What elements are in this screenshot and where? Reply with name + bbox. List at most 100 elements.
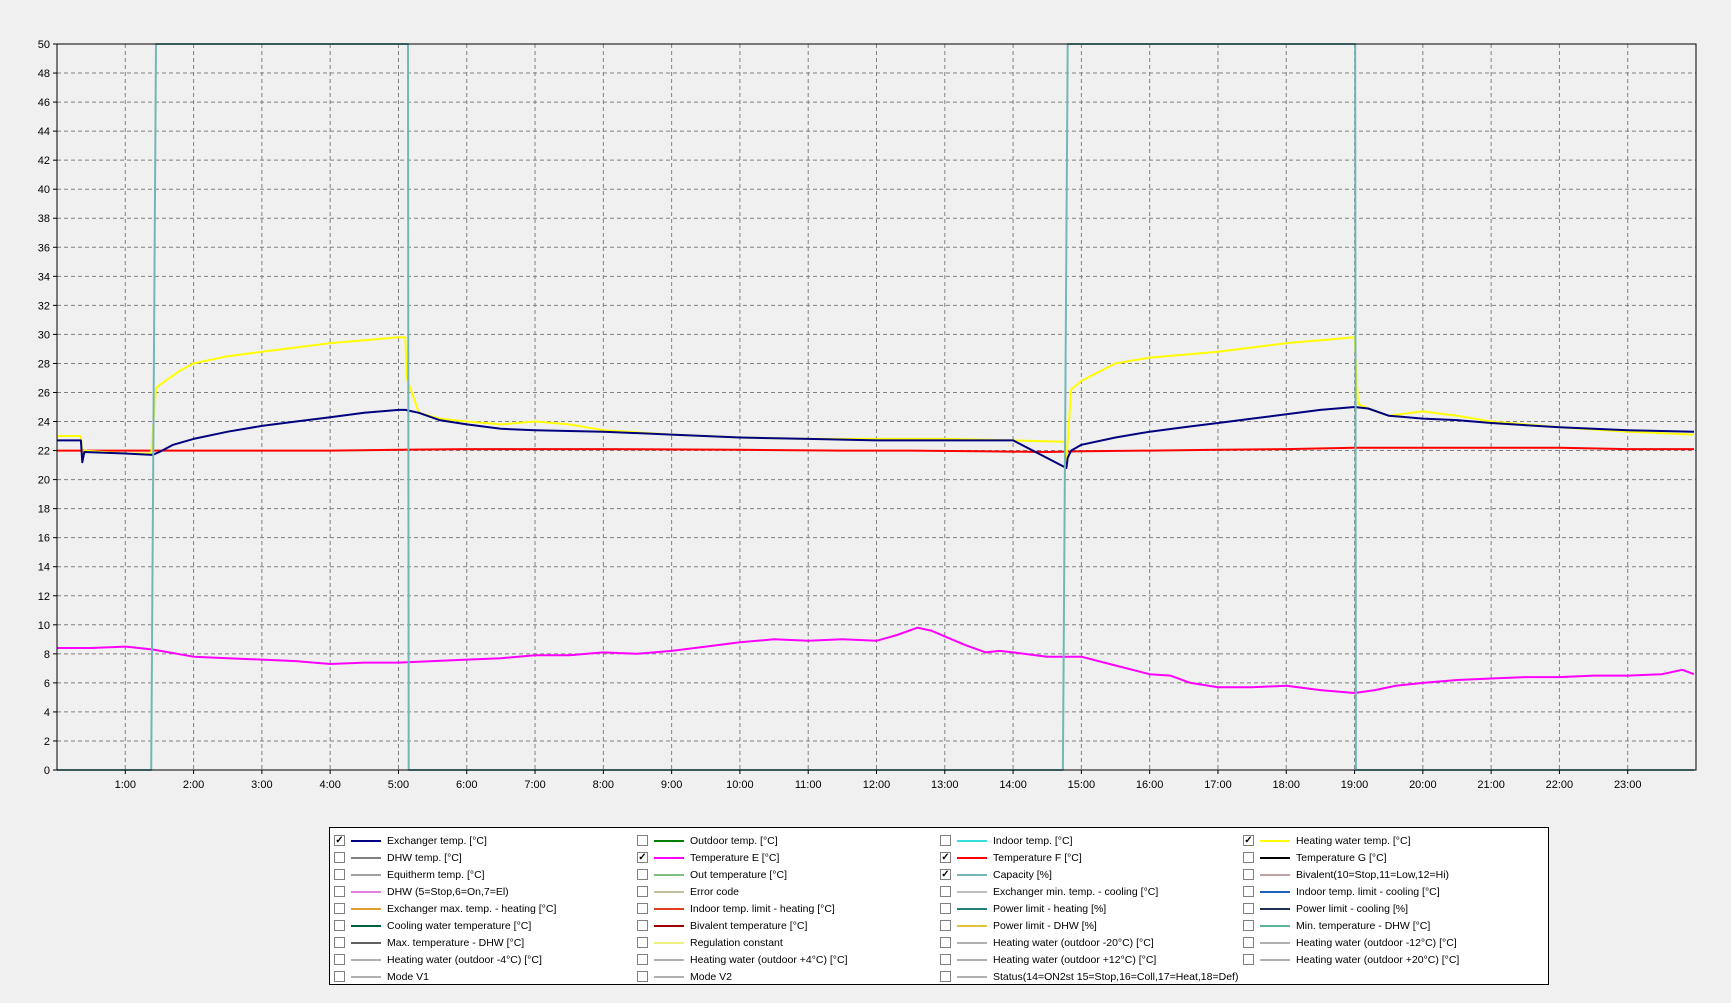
legend-item[interactable]: Indoor temp. limit - heating [°C]: [637, 900, 940, 917]
y-tick-label: 20: [38, 475, 50, 487]
legend-label: Exchanger min. temp. - cooling [°C]: [993, 885, 1159, 898]
legend-item[interactable]: Heating water (outdoor -20°C) [°C]: [940, 934, 1243, 951]
legend-checkbox[interactable]: [334, 886, 345, 897]
legend-checkbox[interactable]: ✓: [637, 852, 648, 863]
legend-checkbox[interactable]: [940, 954, 951, 965]
y-tick-label: 28: [38, 358, 50, 370]
legend-item[interactable]: Power limit - DHW [%]: [940, 917, 1243, 934]
legend-item[interactable]: Equitherm temp. [°C]: [334, 866, 637, 883]
legend-swatch: [1260, 856, 1290, 859]
legend-checkbox[interactable]: [637, 971, 648, 982]
legend-checkbox[interactable]: [1243, 954, 1254, 965]
legend-item[interactable]: Heating water (outdoor +12°C) [°C]: [940, 951, 1243, 968]
legend-item[interactable]: Heating water (outdoor -4°C) [°C]: [334, 951, 637, 968]
legend-item[interactable]: Indoor temp. limit - cooling [°C]: [1243, 883, 1546, 900]
legend-item[interactable]: Cooling water temperature [°C]: [334, 917, 637, 934]
legend-item[interactable]: ✓ Temperature E [°C]: [637, 849, 940, 866]
legend-label: Mode V2: [690, 970, 733, 983]
legend-item[interactable]: Min. temperature - DHW [°C]: [1243, 917, 1546, 934]
legend-swatch: [654, 907, 684, 910]
y-tick-label: 30: [38, 329, 50, 341]
legend-swatch: [654, 924, 684, 927]
legend-checkbox[interactable]: [940, 835, 951, 846]
legend-item[interactable]: Outdoor temp. [°C]: [637, 832, 940, 849]
legend-checkbox[interactable]: [940, 903, 951, 914]
legend-checkbox[interactable]: ✓: [940, 852, 951, 863]
legend-checkbox[interactable]: [334, 954, 345, 965]
legend-swatch: [351, 941, 381, 944]
legend-checkbox[interactable]: [637, 937, 648, 948]
legend-swatch: [351, 890, 381, 893]
legend-checkbox[interactable]: [637, 954, 648, 965]
legend-checkbox[interactable]: [940, 886, 951, 897]
x-tick-label: 4:00: [319, 779, 340, 791]
legend-swatch: [351, 907, 381, 910]
legend-swatch: [1260, 839, 1290, 842]
legend-checkbox[interactable]: [334, 903, 345, 914]
legend-checkbox[interactable]: [1243, 903, 1254, 914]
legend-label: Out temperature [°C]: [690, 868, 787, 881]
legend-item[interactable]: ✓ Exchanger temp. [°C]: [334, 832, 637, 849]
legend-label: Bivalent temperature [°C]: [690, 919, 808, 932]
legend-item[interactable]: Heating water (outdoor +4°C) [°C]: [637, 951, 940, 968]
legend-item[interactable]: Indoor temp. [°C]: [940, 832, 1243, 849]
legend-item[interactable]: Power limit - cooling [%]: [1243, 900, 1546, 917]
legend-item[interactable]: Mode V1: [334, 968, 637, 985]
legend-item[interactable]: Power limit - heating [%]: [940, 900, 1243, 917]
legend-checkbox[interactable]: [334, 920, 345, 931]
legend-item[interactable]: Bivalent temperature [°C]: [637, 917, 940, 934]
legend-swatch: [1260, 907, 1290, 910]
legend-item[interactable]: Status(14=ON2st 15=Stop,16=Coll,17=Heat,…: [940, 968, 1243, 985]
legend-checkbox[interactable]: ✓: [334, 835, 345, 846]
legend-checkbox[interactable]: [637, 835, 648, 846]
legend-checkbox[interactable]: [637, 903, 648, 914]
legend-checkbox[interactable]: [1243, 886, 1254, 897]
legend-item[interactable]: DHW (5=Stop,6=On,7=El): [334, 883, 637, 900]
legend-item[interactable]: ✓ Capacity [%]: [940, 866, 1243, 883]
legend-checkbox[interactable]: [940, 971, 951, 982]
legend-label: Heating water (outdoor -12°C) [°C]: [1296, 936, 1457, 949]
legend-checkbox[interactable]: [940, 920, 951, 931]
x-tick-label: 7:00: [524, 779, 545, 791]
legend-checkbox[interactable]: [334, 971, 345, 982]
legend-checkbox[interactable]: [334, 869, 345, 880]
legend-item[interactable]: Heating water (outdoor +20°C) [°C]: [1243, 951, 1546, 968]
legend-checkbox[interactable]: [1243, 920, 1254, 931]
legend-item[interactable]: Exchanger max. temp. - heating [°C]: [334, 900, 637, 917]
legend-item[interactable]: ✓ Temperature F [°C]: [940, 849, 1243, 866]
legend-label: Indoor temp. [°C]: [993, 834, 1073, 847]
x-tick-label: 8:00: [593, 779, 614, 791]
legend-label: Power limit - cooling [%]: [1296, 902, 1409, 915]
legend-checkbox[interactable]: [334, 937, 345, 948]
legend-swatch: [351, 856, 381, 859]
legend-swatch: [654, 856, 684, 859]
legend-item[interactable]: ✓ Heating water temp. [°C]: [1243, 832, 1546, 849]
legend-checkbox[interactable]: [637, 920, 648, 931]
legend-label: Power limit - DHW [%]: [993, 919, 1097, 932]
legend-checkbox[interactable]: [1243, 852, 1254, 863]
x-tick-label: 18:00: [1272, 779, 1300, 791]
y-tick-label: 18: [38, 504, 50, 516]
legend-checkbox[interactable]: [940, 937, 951, 948]
legend-item[interactable]: Heating water (outdoor -12°C) [°C]: [1243, 934, 1546, 951]
legend-label: Status(14=ON2st 15=Stop,16=Coll,17=Heat,…: [993, 970, 1239, 983]
legend-checkbox[interactable]: [637, 886, 648, 897]
legend-checkbox[interactable]: ✓: [1243, 835, 1254, 846]
legend-item[interactable]: Temperature G [°C]: [1243, 849, 1546, 866]
legend-item[interactable]: Max. temperature - DHW [°C]: [334, 934, 637, 951]
legend-checkbox[interactable]: [1243, 869, 1254, 880]
legend-item[interactable]: Error code: [637, 883, 940, 900]
legend-item[interactable]: Exchanger min. temp. - cooling [°C]: [940, 883, 1243, 900]
legend-label: Heating water (outdoor +20°C) [°C]: [1296, 953, 1460, 966]
legend-checkbox[interactable]: ✓: [940, 869, 951, 880]
legend-checkbox[interactable]: [1243, 937, 1254, 948]
legend-checkbox[interactable]: [637, 869, 648, 880]
legend-item[interactable]: Out temperature [°C]: [637, 866, 940, 883]
legend-item[interactable]: Bivalent(10=Stop,11=Low,12=Hi): [1243, 866, 1546, 883]
legend-item[interactable]: Regulation constant: [637, 934, 940, 951]
y-tick-label: 50: [38, 39, 50, 51]
legend-checkbox[interactable]: [334, 852, 345, 863]
legend-item[interactable]: Mode V2: [637, 968, 940, 985]
legend-swatch: [957, 873, 987, 876]
legend-item[interactable]: DHW temp. [°C]: [334, 849, 637, 866]
